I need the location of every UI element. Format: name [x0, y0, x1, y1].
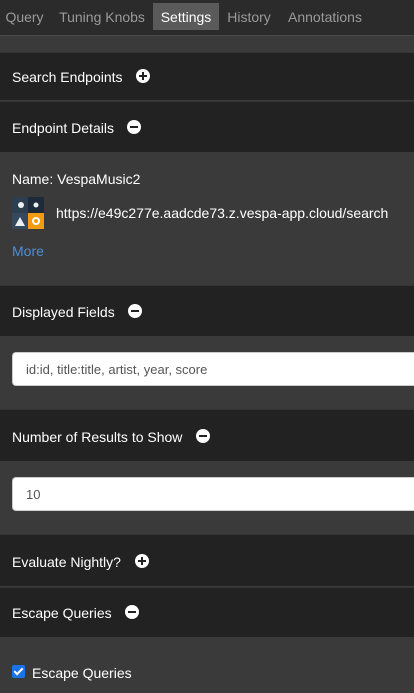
escape-queries-header[interactable]: Escape Queries	[0, 587, 414, 637]
search-endpoints-title: Search Endpoints	[12, 69, 123, 85]
displayed-fields-header[interactable]: Displayed Fields	[0, 285, 414, 336]
tab-query[interactable]: Query	[0, 0, 49, 30]
evaluate-nightly-header[interactable]: Evaluate Nightly?	[0, 534, 414, 586]
num-results-panel	[0, 461, 414, 534]
endpoint-details-title: Endpoint Details	[12, 120, 114, 136]
displayed-fields-input[interactable]	[12, 352, 414, 386]
expand-plus-icon[interactable]	[135, 554, 149, 568]
tab-annotations[interactable]: Annotations	[281, 0, 369, 30]
expand-plus-icon[interactable]	[136, 69, 150, 83]
tab-tuning-knobs[interactable]: Tuning Knobs	[53, 0, 151, 30]
displayed-fields-panel	[0, 336, 414, 409]
more-link[interactable]: More	[12, 243, 44, 259]
search-endpoints-header[interactable]: Search Endpoints	[0, 52, 414, 100]
endpoint-url: https://e49c277e.aadcde73.z.vespa-app.cl…	[56, 205, 389, 221]
evaluate-nightly-title: Evaluate Nightly?	[12, 554, 121, 570]
collapse-minus-icon[interactable]	[125, 605, 139, 619]
displayed-fields-title: Displayed Fields	[12, 304, 115, 320]
escape-queries-checkbox[interactable]	[12, 665, 25, 678]
tab-bar: Query Tuning Knobs Settings History Anno…	[0, 0, 414, 36]
tab-settings[interactable]: Settings	[153, 3, 219, 30]
num-results-header[interactable]: Number of Results to Show	[0, 409, 414, 461]
tab-history[interactable]: History	[222, 0, 276, 30]
endpoint-name: Name: VespaMusic2	[12, 171, 141, 187]
escape-queries-panel: Escape Queries	[0, 637, 414, 693]
collapse-minus-icon[interactable]	[128, 304, 142, 318]
num-results-input[interactable]	[12, 477, 414, 511]
endpoint-details-header[interactable]: Endpoint Details	[0, 101, 414, 152]
endpoint-details-panel: Name: VespaMusic2 https://e49c277e.aadcd…	[0, 152, 414, 285]
num-results-title: Number of Results to Show	[12, 429, 183, 445]
escape-queries-title: Escape Queries	[12, 605, 112, 621]
collapse-minus-icon[interactable]	[127, 120, 141, 134]
escape-queries-checkbox-label: Escape Queries	[32, 665, 132, 681]
collapse-minus-icon[interactable]	[196, 429, 210, 443]
vespa-logo-icon	[12, 197, 44, 229]
